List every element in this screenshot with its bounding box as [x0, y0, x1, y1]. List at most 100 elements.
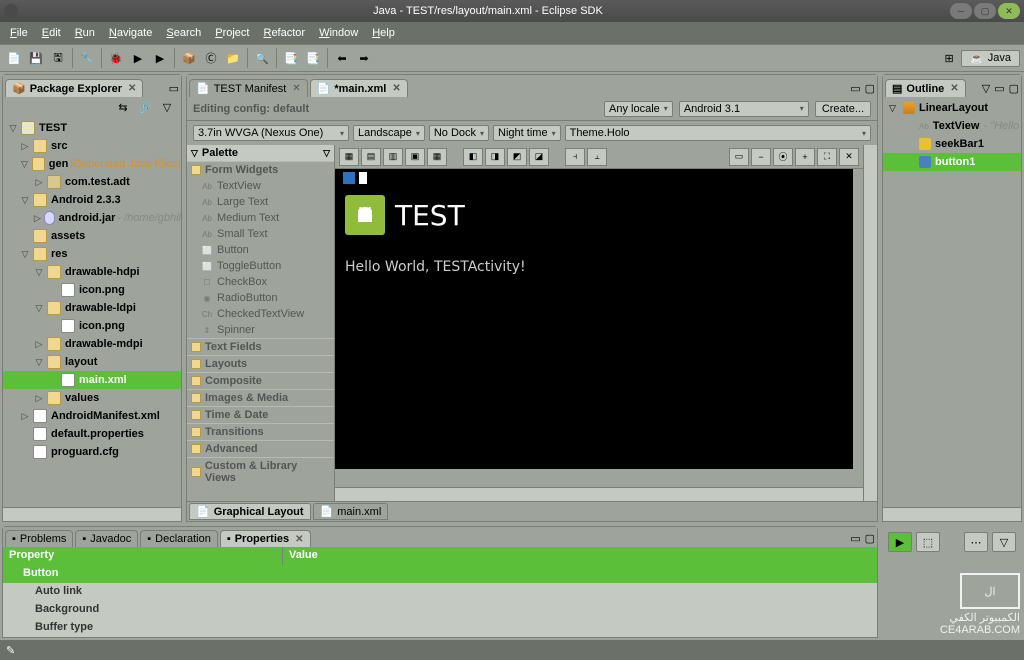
new-package-button[interactable]: 📦 [179, 48, 199, 68]
tab-outline[interactable]: ▤ Outline ✕ [885, 79, 966, 97]
tb-icon[interactable]: 📑 [281, 48, 301, 68]
canvas-tool[interactable]: ⫠ [587, 148, 607, 166]
rb-button[interactable]: ⬚ [916, 532, 940, 552]
palette-item[interactable]: Text Fields [187, 338, 334, 355]
tb-icon[interactable]: 📑 [303, 48, 323, 68]
layout-canvas[interactable]: TEST Hello World, TESTActivity! [335, 169, 863, 487]
property-row[interactable]: Auto link [3, 583, 877, 601]
palette-item[interactable]: Custom & Library Views [187, 457, 334, 486]
create-config-button[interactable]: Create... [815, 101, 871, 117]
tree-node[interactable]: proguard.cfg [3, 443, 181, 461]
tree-node[interactable]: default.properties [3, 425, 181, 443]
palette-item[interactable]: ☐CheckBox [187, 274, 334, 290]
property-row[interactable]: Button [3, 565, 877, 583]
tree-node[interactable]: icon.png [3, 281, 181, 299]
palette-header[interactable]: ▽ Palette ▽ [187, 145, 334, 161]
palette-menu-button[interactable]: ▽ [323, 148, 330, 159]
orientation-combo[interactable]: Landscape▾ [353, 125, 425, 141]
menu-navigate[interactable]: Navigate [103, 25, 158, 41]
tree-node[interactable]: ▽gen [Generated Java Files] [3, 155, 181, 173]
minimize-button[interactable]: ─ [950, 3, 972, 19]
canvas-tool[interactable]: ▣ [405, 148, 425, 166]
tree-node[interactable]: ▷com.test.adt [3, 173, 181, 191]
palette-item[interactable]: Transitions [187, 423, 334, 440]
forward-button[interactable]: ➡ [354, 48, 374, 68]
outline-node[interactable]: button1 [883, 153, 1021, 171]
minimize-view-button[interactable]: ▭ [992, 80, 1006, 97]
tb-icon[interactable]: 🔧 [77, 48, 97, 68]
canvas-tool[interactable]: ▤ [361, 148, 381, 166]
palette-item[interactable]: ⬜Button [187, 242, 334, 258]
tree-node[interactable]: ▽layout [3, 353, 181, 371]
canvas-tool[interactable]: ◨ [485, 148, 505, 166]
link-editor-button[interactable]: 🔗 [135, 97, 155, 117]
canvas-scrollbar[interactable] [335, 487, 863, 501]
palette-item[interactable]: Advanced [187, 440, 334, 457]
palette-item[interactable]: ⇕Spinner [187, 322, 334, 338]
property-row[interactable]: Buffer type [3, 619, 877, 637]
canvas-tool[interactable]: ▥ [383, 148, 403, 166]
menu-refactor[interactable]: Refactor [257, 25, 311, 41]
editor-tab[interactable]: 📄TEST Manifest✕ [189, 79, 308, 97]
daynight-combo[interactable]: Night time▾ [493, 125, 561, 141]
new-button[interactable]: 📄 [4, 48, 24, 68]
menu-run[interactable]: Run [69, 25, 101, 41]
locale-combo[interactable]: Any locale▾ [604, 101, 673, 117]
palette-item[interactable]: Composite [187, 372, 334, 389]
canvas-tool[interactable]: ▦ [427, 148, 447, 166]
tab-package-explorer[interactable]: 📦 Package Explorer ✕ [5, 79, 143, 97]
search-button[interactable]: 🔍 [252, 48, 272, 68]
collapse-all-button[interactable]: ⇆ [113, 97, 133, 117]
palette-item[interactable]: Time & Date [187, 406, 334, 423]
editor-bottom-tab[interactable]: 📄Graphical Layout [189, 503, 311, 520]
palette-item[interactable]: ChCheckedTextView [187, 306, 334, 322]
view-menu-button[interactable]: ▽ [992, 532, 1016, 552]
open-perspective-button[interactable]: ⊞ [939, 48, 959, 68]
palette-item[interactable]: Layouts [187, 355, 334, 372]
palette-item[interactable]: AbSmall Text [187, 226, 334, 242]
bottom-tab-problems[interactable]: ▪Problems [5, 530, 73, 547]
menu-window[interactable]: Window [313, 25, 364, 41]
scrollbar-v[interactable] [863, 145, 877, 501]
minimize-view-button[interactable]: ▭ [848, 530, 862, 547]
device-combo[interactable]: 3.7in WVGA (Nexus One)▾ [193, 125, 349, 141]
palette-item[interactable]: AbLarge Text [187, 194, 334, 210]
ext-tools-button[interactable]: ▶ [150, 48, 170, 68]
rb-button[interactable]: ⋯ [964, 532, 988, 552]
outline-node[interactable]: seekBar1 [883, 135, 1021, 153]
back-button[interactable]: ⬅ [332, 48, 352, 68]
new-class-button[interactable]: Ⓒ [201, 48, 221, 68]
dock-combo[interactable]: No Dock▾ [429, 125, 489, 141]
maximize-view-button[interactable]: ▢ [1007, 80, 1021, 97]
menu-help[interactable]: Help [366, 25, 401, 41]
menu-edit[interactable]: Edit [36, 25, 67, 41]
bottom-tab-declaration[interactable]: ▪Declaration [140, 530, 218, 547]
outline-node[interactable]: ▽LinearLayout [883, 99, 1021, 117]
menu-project[interactable]: Project [209, 25, 255, 41]
tree-node[interactable]: ▷src [3, 137, 181, 155]
close-icon[interactable]: ✕ [950, 83, 958, 94]
properties-rows[interactable]: ButtonAuto linkBackgroundBuffer type [3, 565, 877, 637]
canvas-tool[interactable]: ◧ [463, 148, 483, 166]
theme-combo[interactable]: Theme.Holo▾ [565, 125, 871, 141]
maximize-button[interactable]: ▢ [974, 3, 996, 19]
tree-node[interactable]: ▷drawable-mdpi [3, 335, 181, 353]
tree-node[interactable]: ▽drawable-hdpi [3, 263, 181, 281]
zoom-reset-button[interactable]: ⦿ [773, 148, 793, 166]
minimize-view-button[interactable]: ▭ [167, 80, 181, 97]
package-tree[interactable]: ▽TEST▷src▽gen [Generated Java Files]▷com… [3, 117, 181, 507]
close-button[interactable]: ✕ [998, 3, 1020, 19]
close-icon[interactable]: ✕ [128, 83, 136, 94]
palette-item[interactable]: Images & Media [187, 389, 334, 406]
tree-node[interactable]: main.xml [3, 371, 181, 389]
bottom-tab-javadoc[interactable]: ▪Javadoc [75, 530, 138, 547]
palette-item[interactable]: Form Widgets [187, 161, 334, 178]
canvas-tool[interactable]: ✕ [839, 148, 859, 166]
palette-item[interactable]: AbTextView [187, 178, 334, 194]
scrollbar-h[interactable] [883, 507, 1021, 521]
canvas-tool[interactable]: ◩ [507, 148, 527, 166]
maximize-editor-button[interactable]: ▢ [863, 80, 877, 97]
property-row[interactable]: Background [3, 601, 877, 619]
zoom-fit-button[interactable]: ⛶ [817, 148, 837, 166]
zoom-in-button[interactable]: + [795, 148, 815, 166]
